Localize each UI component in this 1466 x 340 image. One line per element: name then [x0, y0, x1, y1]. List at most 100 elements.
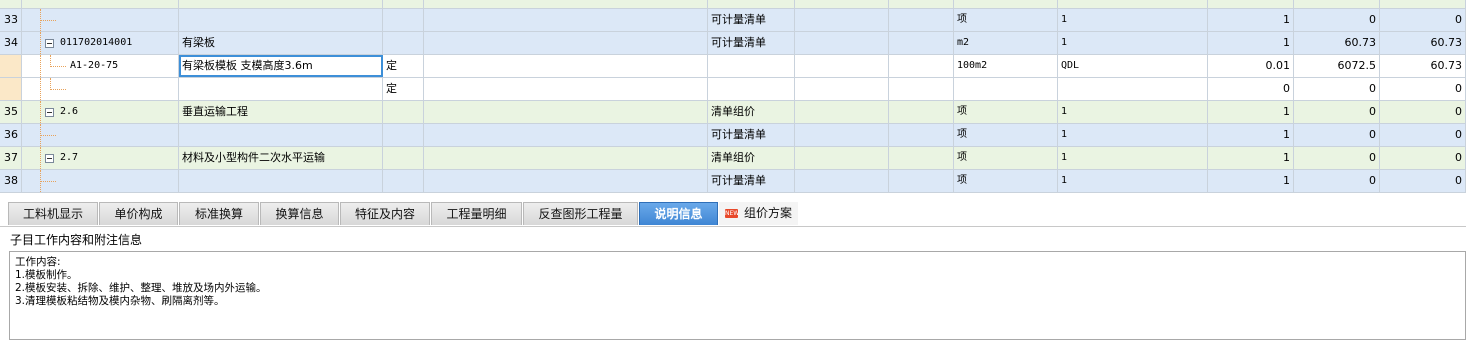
tab-7[interactable]: 反查图形工程量 [523, 202, 638, 225]
feature-cell[interactable] [424, 32, 708, 54]
category-cell[interactable] [383, 9, 424, 31]
quantity-expression-cell[interactable] [1058, 78, 1208, 100]
code-cell[interactable]: A1-20-75 [22, 55, 179, 77]
spec-cell[interactable] [795, 0, 889, 8]
blank-cell[interactable] [889, 78, 954, 100]
type-cell[interactable]: 清单组价 [708, 101, 795, 123]
category-cell[interactable] [383, 170, 424, 192]
blank-cell[interactable] [889, 147, 954, 169]
table-row[interactable]: A1-20-75 有梁板模板 支模高度3.6m 定 100m2 QDL 0.01 6072.… [0, 55, 1466, 78]
name-cell[interactable]: 有梁板模板 支模高度3.6m [179, 55, 383, 77]
quantity-cell[interactable]: 0.01 [1208, 55, 1294, 77]
budget-grid[interactable]: 33 可计量清单项 1 1 0 0 34 011702014001 有梁板 可计量清单 m2 1 1 60… [0, 0, 1466, 195]
quantity-expression-cell[interactable]: 1 [1058, 124, 1208, 146]
type-cell[interactable]: 可计量清单 [708, 170, 795, 192]
quantity-cell[interactable]: 0 [1208, 78, 1294, 100]
unit-price-cell[interactable]: 0 [1294, 147, 1380, 169]
name-cell[interactable] [179, 170, 383, 192]
spec-cell[interactable] [795, 55, 889, 77]
quantity-cell[interactable] [1208, 0, 1294, 8]
unit-cell[interactable]: 项 [954, 124, 1058, 146]
category-cell[interactable] [383, 0, 424, 8]
category-cell[interactable]: 定 [383, 78, 424, 100]
feature-cell[interactable] [424, 170, 708, 192]
name-cell[interactable] [179, 78, 383, 100]
table-row[interactable]: 38 可计量清单项 1 1 0 0 [0, 170, 1466, 193]
total-price-cell[interactable]: 0 [1380, 101, 1466, 123]
spec-cell[interactable] [795, 170, 889, 192]
unit-price-cell[interactable]: 0 [1294, 101, 1380, 123]
code-cell[interactable] [22, 0, 179, 8]
blank-cell[interactable] [889, 124, 954, 146]
unit-cell[interactable]: 100m2 [954, 55, 1058, 77]
tab-2[interactable]: 单价构成 [99, 202, 178, 225]
blank-cell[interactable] [889, 0, 954, 8]
total-price-cell[interactable]: 60.73 [1380, 55, 1466, 77]
quantity-expression-cell[interactable]: 1 [1058, 170, 1208, 192]
spec-cell[interactable] [795, 147, 889, 169]
unit-cell[interactable]: 项 [954, 101, 1058, 123]
quantity-cell[interactable]: 1 [1208, 124, 1294, 146]
category-cell[interactable] [383, 147, 424, 169]
table-row[interactable]: 36 可计量清单项 1 1 0 0 [0, 124, 1466, 147]
spec-cell[interactable] [795, 101, 889, 123]
quantity-expression-cell[interactable]: 1 [1058, 9, 1208, 31]
tab-8[interactable]: 说明信息 [639, 202, 718, 225]
total-price-cell[interactable]: 0 [1380, 147, 1466, 169]
tab-5[interactable]: 特征及内容 [340, 202, 430, 225]
total-price-cell[interactable]: 0 [1380, 9, 1466, 31]
category-cell[interactable] [383, 32, 424, 54]
name-cell[interactable]: 垂直运输工程 [179, 101, 383, 123]
unit-price-cell[interactable]: 0 [1294, 78, 1380, 100]
type-cell[interactable] [708, 55, 795, 77]
feature-cell[interactable] [424, 9, 708, 31]
tab-3[interactable]: 标准换算 [179, 202, 259, 225]
type-cell[interactable]: 可计量清单 [708, 124, 795, 146]
collapse-toggle-icon[interactable] [45, 154, 54, 163]
category-cell[interactable] [383, 101, 424, 123]
unit-price-cell[interactable]: 0 [1294, 124, 1380, 146]
total-price-cell[interactable] [1380, 0, 1466, 8]
type-cell[interactable]: 可计量清单 [708, 32, 795, 54]
total-price-cell[interactable]: 0 [1380, 78, 1466, 100]
table-row[interactable]: 定000 [0, 78, 1466, 101]
unit-cell[interactable]: 项 [954, 147, 1058, 169]
unit-cell[interactable]: 项 [954, 170, 1058, 192]
quantity-cell[interactable]: 1 [1208, 32, 1294, 54]
feature-cell[interactable] [424, 55, 708, 77]
name-cell[interactable] [179, 124, 383, 146]
type-cell[interactable] [708, 78, 795, 100]
quantity-expression-cell[interactable]: 1 [1058, 101, 1208, 123]
table-row[interactable]: 35 2.6 垂直运输工程 清单组价项 1 1 0 0 [0, 101, 1466, 124]
name-cell[interactable]: 材料及小型构件二次水平运输 [179, 147, 383, 169]
spec-cell[interactable] [795, 78, 889, 100]
type-cell[interactable]: 可计量清单 [708, 9, 795, 31]
blank-cell[interactable] [889, 55, 954, 77]
name-cell[interactable] [179, 9, 383, 31]
quantity-cell[interactable]: 1 [1208, 170, 1294, 192]
blank-cell[interactable] [889, 9, 954, 31]
unit-price-cell[interactable]: 60.73 [1294, 32, 1380, 54]
quantity-cell[interactable]: 1 [1208, 9, 1294, 31]
blank-cell[interactable] [889, 170, 954, 192]
type-cell[interactable]: 清单组价 [708, 147, 795, 169]
category-cell[interactable]: 定 [383, 55, 424, 77]
code-cell[interactable] [22, 78, 179, 100]
unit-price-cell[interactable]: 0 [1294, 9, 1380, 31]
spec-cell[interactable] [795, 9, 889, 31]
feature-cell[interactable] [424, 78, 708, 100]
tab-9[interactable]: NEW 组价方案 [719, 202, 798, 225]
table-row[interactable]: 33 可计量清单项 1 1 0 0 [0, 9, 1466, 32]
quantity-expression-cell[interactable]: 1 [1058, 32, 1208, 54]
total-price-cell[interactable]: 0 [1380, 170, 1466, 192]
tab-4[interactable]: 换算信息 [260, 202, 339, 225]
quantity-cell[interactable]: 1 [1208, 147, 1294, 169]
type-cell[interactable] [708, 0, 795, 8]
collapse-toggle-icon[interactable] [45, 108, 54, 117]
table-row[interactable]: 37 2.7 材料及小型构件二次水平运输 清单组价项 1 1 0 0 [0, 147, 1466, 170]
blank-cell[interactable] [889, 101, 954, 123]
quantity-expression-cell[interactable]: QDL [1058, 55, 1208, 77]
tab-6[interactable]: 工程量明细 [431, 202, 522, 225]
category-cell[interactable] [383, 124, 424, 146]
unit-price-cell[interactable]: 0 [1294, 170, 1380, 192]
